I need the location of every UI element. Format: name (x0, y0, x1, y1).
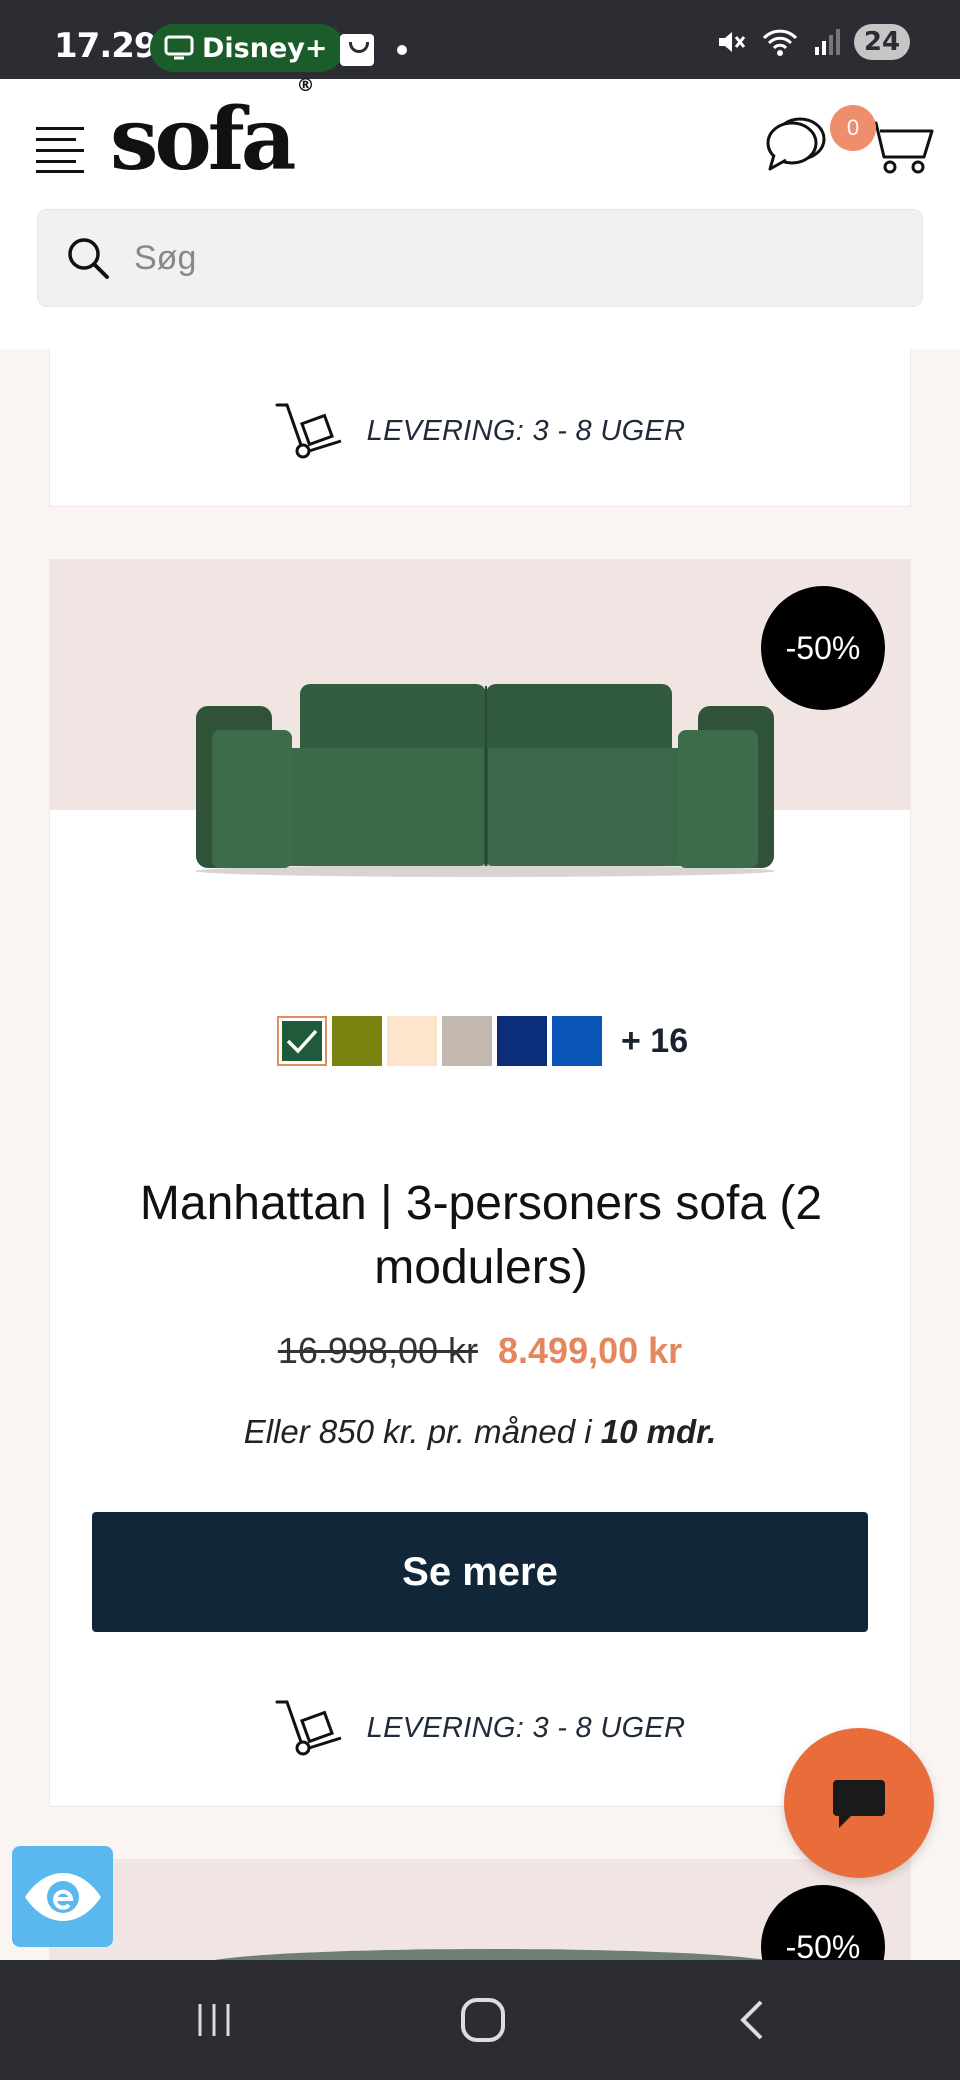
recent-apps-button[interactable] (184, 1990, 244, 2050)
old-price: 16.998,00 kr (277, 1330, 478, 1371)
eye-icon (24, 1872, 101, 1921)
chat-fab-button[interactable] (784, 1728, 934, 1878)
recent-apps-icon (198, 2004, 230, 2036)
price-block: 16.998,00 kr 8.499,00 kr (50, 1330, 910, 1372)
color-swatch[interactable] (442, 1016, 492, 1066)
product-card[interactable]: -50% + 16 Manhattan | 3-personers sofa (… (49, 559, 911, 1807)
delivery-info: LEVERING: 3 - 8 UGER (50, 401, 910, 461)
sale-price: 8.499,00 kr (498, 1330, 683, 1371)
product-card-previous: LEVERING: 3 - 8 UGER (49, 349, 911, 507)
hand-truck-icon (275, 403, 342, 459)
back-button[interactable] (722, 1990, 782, 2050)
color-swatches: + 16 (277, 1016, 688, 1066)
color-swatch[interactable] (497, 1016, 547, 1066)
chat-icon[interactable] (764, 113, 828, 173)
wifi-icon (762, 29, 798, 56)
back-icon (740, 2000, 763, 2040)
hand-truck-icon (275, 1700, 342, 1756)
search-icon (68, 238, 109, 279)
signal-icon (815, 29, 840, 55)
media-pill-label: Disney+ (202, 32, 328, 64)
site-logo[interactable]: sofa® (110, 77, 315, 183)
color-swatch[interactable] (552, 1016, 602, 1066)
color-swatch[interactable] (332, 1016, 382, 1066)
system-nav-bar (0, 1960, 960, 2080)
swatch-color-fill (282, 1021, 322, 1061)
color-swatch-selected[interactable] (277, 1016, 327, 1066)
menu-icon[interactable] (36, 127, 84, 173)
status-bar: 17.29 Disney+ 24 (0, 0, 960, 79)
media-pill[interactable]: Disney+ (150, 24, 344, 72)
status-time: 17.29 (54, 26, 158, 66)
status-icons: 24 (716, 24, 910, 60)
color-swatch[interactable] (387, 1016, 437, 1066)
check-icon (286, 1029, 318, 1054)
delivery-text: LEVERING: 3 - 8 UGER (366, 1711, 686, 1744)
delivery-text: LEVERING: 3 - 8 UGER (366, 414, 686, 447)
accessibility-button[interactable] (12, 1846, 113, 1947)
site-header: sofa® 0 (0, 77, 960, 349)
home-icon (461, 1998, 505, 2042)
discount-badge: -50% (761, 586, 885, 710)
cart-count-badge: 0 (830, 105, 876, 151)
see-more-button[interactable]: Se mere (92, 1512, 868, 1632)
tv-icon (164, 35, 194, 60)
battery-indicator: 24 (854, 24, 910, 60)
delivery-info: LEVERING: 3 - 8 UGER (50, 1698, 910, 1758)
product-title[interactable]: Manhattan | 3-personers sofa (2 modulers… (80, 1172, 882, 1300)
search-input[interactable] (134, 238, 834, 278)
home-button[interactable] (453, 1990, 513, 2050)
mute-icon (719, 32, 746, 52)
search-bar[interactable] (37, 209, 923, 307)
chat-bubble-icon (833, 1780, 885, 1828)
installment-info: Eller 850 kr. pr. måned i 10 mdr. (243, 1413, 717, 1450)
shopping-bag-icon (340, 34, 374, 66)
product-image[interactable] (190, 678, 780, 878)
more-colors-link[interactable]: + 16 (621, 1022, 688, 1061)
notification-dot-icon (397, 45, 407, 55)
